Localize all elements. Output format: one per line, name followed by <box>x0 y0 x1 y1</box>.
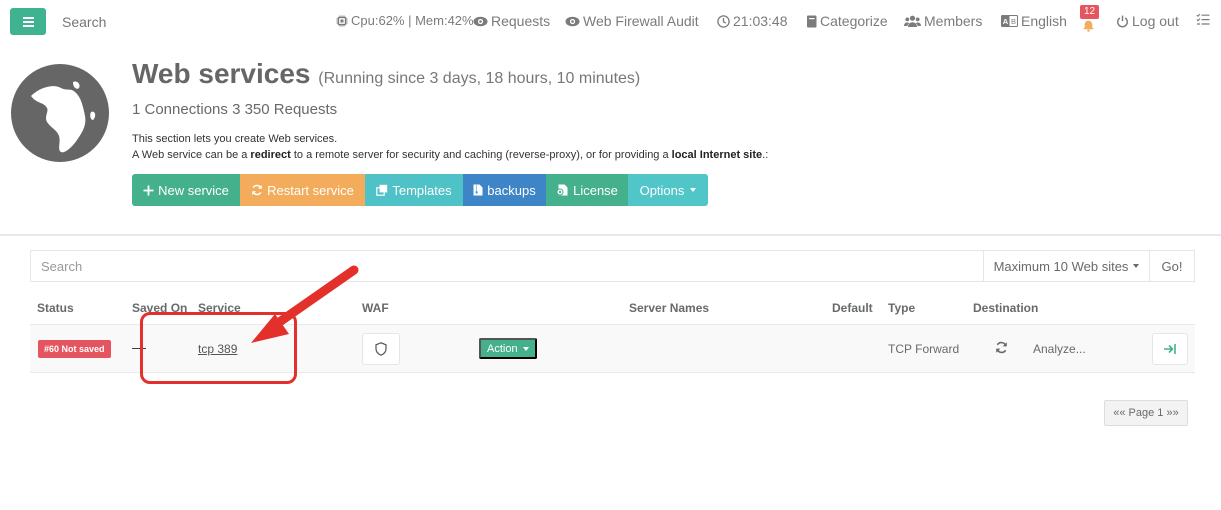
status-badge: #60 Not saved <box>38 340 111 358</box>
waf-audit-link[interactable]: Web Firewall Audit <box>565 13 699 29</box>
svg-text:A: A <box>1003 17 1009 26</box>
max-sites-dropdown[interactable]: Maximum 10 Web sites <box>983 250 1150 282</box>
hamburger-menu-button[interactable] <box>10 8 46 35</box>
book-icon <box>807 15 817 27</box>
power-icon <box>1117 15 1128 27</box>
clock-display: 21:03:48 <box>717 13 788 29</box>
clock-icon <box>717 14 730 28</box>
page-subtitle: (Running since 3 days, 18 hours, 10 minu… <box>318 70 641 87</box>
license-label: License <box>573 182 618 198</box>
license-button[interactable]: License <box>546 174 628 206</box>
new-service-button[interactable]: New service <box>132 174 240 206</box>
svg-text:B: B <box>1011 17 1016 26</box>
bell-icon[interactable] <box>1082 20 1095 32</box>
eye-icon <box>473 16 488 26</box>
refresh-icon <box>252 184 262 196</box>
type-value: TCP Forward <box>888 342 960 356</box>
members-link[interactable]: Members <box>904 13 982 29</box>
globe-icon <box>11 64 109 162</box>
logout-label: Log out <box>1132 13 1179 29</box>
waf-audit-label: Web Firewall Audit <box>583 13 699 29</box>
top-navbar: Cpu:62% | Mem:42% Requests Web Firewall … <box>0 0 1221 44</box>
page-title-text: Web services <box>132 58 311 89</box>
arrow-right-to-bar-icon <box>1164 344 1176 354</box>
chevron-down-icon <box>690 188 697 192</box>
pagination-button[interactable]: «« Page 1 »» <box>1104 400 1188 426</box>
restart-service-button[interactable]: Restart service <box>240 174 365 206</box>
top-search-input[interactable] <box>62 14 262 30</box>
users-icon <box>904 15 921 27</box>
hamburger-icon <box>22 16 34 19</box>
notifications-badge: 12 <box>1080 5 1100 19</box>
templates-button[interactable]: Templates <box>365 174 463 206</box>
chevron-down-icon <box>522 346 529 351</box>
waf-shield-button[interactable] <box>362 333 400 365</box>
annotation-highlight-box <box>140 312 297 384</box>
chip-icon <box>336 15 348 26</box>
section-divider <box>0 234 1221 236</box>
members-label: Members <box>924 13 983 29</box>
page-title: Web services (Running since 3 days, 18 h… <box>132 58 640 90</box>
options-label: Options <box>639 182 685 198</box>
language-selector[interactable]: AB English <box>1001 13 1067 29</box>
license-icon <box>556 184 568 196</box>
requests-label: Requests <box>491 13 551 29</box>
shield-icon <box>375 342 387 356</box>
backups-button[interactable]: backups <box>463 174 546 206</box>
column-header-server-names: Server Names <box>629 301 710 315</box>
search-placeholder: Search <box>41 258 83 274</box>
destination-value: Analyze... <box>1033 342 1086 356</box>
chevron-down-icon <box>1133 264 1140 268</box>
restart-service-label: Restart service <box>267 182 354 198</box>
cpu-mem-text: Cpu:62% | Mem:42% <box>351 13 474 28</box>
checklist-icon <box>1196 13 1210 25</box>
language-icon: AB <box>1001 15 1018 27</box>
column-header-status: Status <box>37 301 74 315</box>
clock-time: 21:03:48 <box>733 13 788 29</box>
tasks-link[interactable] <box>1196 13 1210 26</box>
column-header-default: Default <box>832 301 873 315</box>
column-header-waf: WAF <box>362 301 389 315</box>
new-service-label: New service <box>158 182 229 198</box>
categorize-link[interactable]: Categorize <box>806 13 888 29</box>
language-label: English <box>1021 13 1067 29</box>
plus-icon <box>143 185 154 195</box>
backups-label: backups <box>487 182 536 198</box>
section-description: This section lets you create Web service… <box>132 133 338 145</box>
options-dropdown-button[interactable]: Options <box>628 174 708 206</box>
services-search-input[interactable]: Search <box>30 250 984 282</box>
cpu-mem-stats[interactable]: Cpu:62% | Mem:42% <box>336 13 474 28</box>
column-header-type: Type <box>888 301 916 315</box>
max-sites-label: Maximum 10 Web sites <box>993 258 1129 274</box>
clone-icon <box>376 184 388 196</box>
refresh-icon[interactable] <box>995 341 1008 354</box>
row-go-button[interactable] <box>1152 333 1188 365</box>
templates-label: Templates <box>392 182 452 198</box>
requests-link[interactable]: Requests <box>473 13 550 29</box>
section-description-detail: A Web service can be a redirect to a rem… <box>132 149 769 161</box>
action-label: Action <box>487 342 518 355</box>
action-button-group: New service Restart service Templates ba… <box>132 174 708 206</box>
go-button[interactable]: Go! <box>1149 250 1195 282</box>
categorize-label: Categorize <box>820 13 888 29</box>
connections-summary: 1 Connections 3 350 Requests <box>132 101 338 118</box>
file-archive-icon <box>473 184 483 196</box>
column-header-destination: Destination <box>973 301 1039 315</box>
eye-icon <box>565 16 580 26</box>
logout-link[interactable]: Log out <box>1116 13 1179 29</box>
row-action-dropdown[interactable]: Action <box>479 338 537 359</box>
